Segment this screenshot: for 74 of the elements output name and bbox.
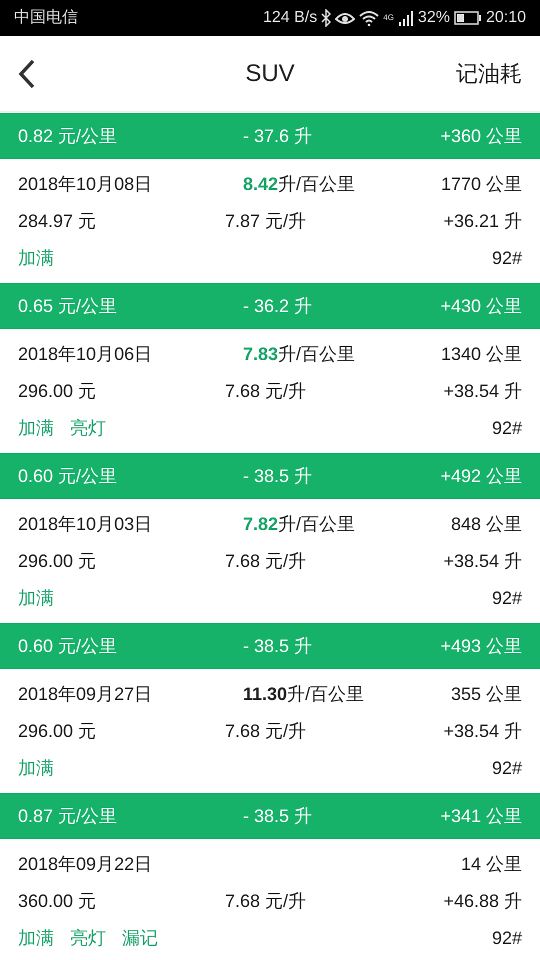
distance-driven: +360 公里 [440,124,522,148]
fuel-cost: 296.00 元 [18,720,98,743]
fuel-grade: 92# [490,587,522,610]
clock: 20:10 [486,8,526,28]
record-date: 2018年10月08日 [18,173,154,196]
odometer: 1770 公里 [440,173,522,196]
record-tag: 加满 [18,755,54,782]
fuel-added: +38.54 升 [442,380,522,403]
signal-icon [398,10,414,26]
cost-per-km: 0.60 元/公里 [18,464,118,488]
fuel-cost: 296.00 元 [18,550,98,573]
back-icon[interactable] [18,58,36,88]
fuel-used: - 38.5 升 [243,804,314,828]
fuel-price: 7.68 元/升 [225,380,308,403]
fuel-grade: 92# [490,927,522,950]
fuel-grade: 92# [490,757,522,780]
consumption-unit: 升/百公里 [278,173,356,196]
record-tag: 加满 [18,585,54,612]
cost-per-km: 0.60 元/公里 [18,634,118,658]
record-date: 2018年09月22日 [18,853,154,876]
fuel-grade: 92# [490,417,522,440]
wifi-icon [359,10,380,26]
record-date: 2018年10月06日 [18,343,154,366]
record-tag: 漏记 [122,925,158,952]
fuel-added: +46.88 升 [443,890,522,913]
distance-driven: +430 公里 [440,294,522,318]
odometer: 14 公里 [460,853,522,876]
carrier-name: 中国电信 [14,8,78,28]
cost-per-km: 0.87 元/公里 [18,804,118,828]
odometer: 355 公里 [450,683,522,706]
battery-icon [454,11,482,25]
eye-icon [335,10,356,26]
fuel-cost: 296.00 元 [18,380,98,403]
fuel-price: 7.68 元/升 [225,720,308,743]
fuel-price: 7.68 元/升 [225,890,308,913]
distance-driven: +492 公里 [440,464,522,488]
add-record-link[interactable]: 记油耗 [456,57,522,90]
record-tag: 加满 [18,925,54,952]
fuel-cost: 360.00 元 [18,890,98,913]
fuel-cost: 284.97 元 [18,210,98,233]
odometer: 848 公里 [450,513,522,536]
fuel-used: - 37.6 升 [243,124,314,148]
fuel-price: 7.87 元/升 [225,210,308,233]
fuel-added: +38.54 升 [443,720,522,743]
consumption-unit: 升/百公里 [278,513,356,536]
record-date: 2018年10月03日 [18,513,154,536]
record-tag: 加满 [18,415,54,442]
fuel-used: - 36.2 升 [243,294,314,318]
consumption-value: 8.42 [243,173,278,196]
fuel-used: - 38.5 升 [243,634,314,658]
fuel-price: 7.68 元/升 [225,550,308,573]
fuel-used: - 38.5 升 [243,464,314,488]
consumption-value: 7.83 [243,343,278,366]
network-speed: 124 B/s [262,8,318,28]
fuel-added: +38.54 升 [443,550,522,573]
record-tag: 加满 [18,245,54,272]
fuel-grade: 92# [490,247,522,270]
distance-driven: +341 公里 [440,804,522,828]
cost-per-km: 0.82 元/公里 [18,124,118,148]
record-tag: 亮灯 [70,415,106,442]
distance-driven: +493 公里 [440,634,522,658]
battery-percent: 32% [418,8,450,28]
record-tag: 亮灯 [70,925,106,952]
network-type: 4G [383,12,394,24]
cost-per-km: 0.65 元/公里 [18,294,118,318]
fuel-added: +36.21 升 [442,210,522,233]
page-title: SUV [245,58,295,88]
bluetooth-icon [321,9,332,27]
consumption-value: 11.30 [243,683,288,706]
consumption-unit: 升/百公里 [278,343,356,366]
consumption-value: 7.82 [243,513,278,536]
odometer: 1340 公里 [440,343,522,366]
record-date: 2018年09月27日 [18,683,154,706]
consumption-unit: 升/百公里 [287,683,364,706]
